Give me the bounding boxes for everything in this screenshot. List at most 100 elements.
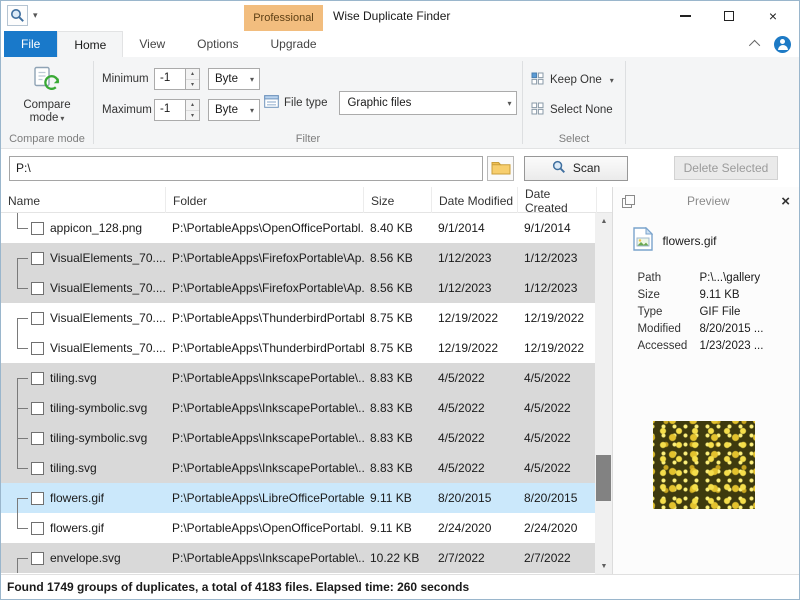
row-date-created: 9/1/2014 — [518, 221, 597, 235]
preview-field-value: P:\...\gallery — [699, 272, 760, 289]
row-checkbox[interactable] — [31, 372, 44, 385]
preview-field-label: Type — [637, 306, 699, 323]
row-folder: P:\PortableApps\FirefoxPortable\Ap... — [166, 281, 364, 295]
table-row[interactable]: VisualElements_70.... P:\PortableApps\Th… — [1, 303, 597, 333]
tab-home[interactable]: Home — [57, 31, 123, 57]
keep-one-button[interactable]: Keep One ▾ — [531, 69, 625, 91]
row-folder: P:\PortableApps\InkscapePortable\... — [166, 551, 364, 565]
row-size: 8.56 KB — [364, 251, 432, 265]
tab-view[interactable]: View — [123, 31, 181, 57]
scan-magnifier-icon — [552, 160, 566, 177]
tree-connector-icon — [7, 243, 29, 273]
column-header-size[interactable]: Size — [364, 187, 432, 215]
row-checkbox[interactable] — [31, 402, 44, 415]
row-file-name: tiling-symbolic.svg — [50, 431, 147, 445]
minimum-unit-select[interactable]: Byte ▾ — [208, 68, 260, 90]
row-date-modified: 2/7/2022 — [432, 551, 518, 565]
row-checkbox[interactable] — [31, 522, 44, 535]
minimum-spin-up-icon[interactable]: ▴ — [186, 69, 199, 80]
table-row[interactable]: flowers.gif P:\PortableApps\LibreOfficeP… — [1, 483, 597, 513]
table-body: appicon_128.png P:\PortableApps\OpenOffi… — [1, 213, 597, 574]
row-date-created: 4/5/2022 — [518, 431, 597, 445]
professional-badge: Professional — [244, 5, 323, 31]
row-size: 8.40 KB — [364, 221, 432, 235]
preview-fields: Path P:\...\gallery Size 9.11 KB Type GI… — [637, 272, 799, 357]
row-date-created: 12/19/2022 — [518, 341, 597, 355]
maximum-spin-down-icon[interactable]: ▾ — [186, 111, 199, 121]
preview-field-label: Accessed — [637, 340, 699, 357]
row-date-modified: 4/5/2022 — [432, 431, 518, 445]
row-checkbox[interactable] — [31, 492, 44, 505]
tree-connector-icon — [7, 513, 29, 543]
table-row[interactable]: appicon_128.png P:\PortableApps\OpenOffi… — [1, 213, 597, 243]
minimize-button[interactable] — [663, 1, 707, 31]
scroll-down-icon[interactable]: ▼ — [595, 558, 612, 574]
select-none-button[interactable]: Select None — [531, 99, 625, 121]
collapse-ribbon-icon[interactable] — [749, 40, 760, 51]
table-row[interactable]: VisualElements_70.... P:\PortableApps\Th… — [1, 333, 597, 363]
scrollbar-thumb[interactable] — [596, 455, 611, 501]
column-header-date-created[interactable]: Date Created — [518, 187, 597, 215]
scan-button[interactable]: Scan — [524, 156, 628, 181]
close-button[interactable]: × — [751, 1, 795, 31]
row-checkbox[interactable] — [31, 222, 44, 235]
maximum-label: Maximum — [102, 104, 154, 116]
row-checkbox[interactable] — [31, 252, 44, 265]
file-type-label: File type — [284, 97, 327, 109]
maximum-spin-up-icon[interactable]: ▴ — [186, 100, 199, 111]
select-none-label: Select None — [550, 104, 613, 116]
table-row[interactable]: envelope.svg P:\PortableApps\InkscapePor… — [1, 543, 597, 573]
row-size: 8.56 KB — [364, 281, 432, 295]
row-date-created: 4/5/2022 — [518, 371, 597, 385]
row-size: 10.22 KB — [364, 551, 432, 565]
vertical-scrollbar[interactable]: ▲ ▼ — [595, 213, 612, 574]
table-row[interactable]: tiling.svg P:\PortableApps\InkscapePorta… — [1, 453, 597, 483]
delete-selected-button[interactable]: Delete Selected — [674, 156, 778, 180]
tab-upgrade[interactable]: Upgrade — [255, 31, 333, 57]
column-header-filler — [597, 187, 612, 215]
path-input[interactable] — [9, 156, 483, 181]
column-header-name[interactable]: Name — [1, 187, 166, 215]
window-title: Wise Duplicate Finder — [333, 9, 450, 23]
row-date-created: 4/5/2022 — [518, 401, 597, 415]
minimum-input[interactable]: -1 ▴▾ — [154, 68, 200, 90]
row-file-name: VisualElements_70.... — [50, 341, 166, 355]
column-header-date-modified[interactable]: Date Modified — [432, 187, 518, 215]
row-size: 9.11 KB — [364, 491, 432, 505]
row-checkbox[interactable] — [31, 462, 44, 475]
qat-dropdown-icon[interactable]: ▾ — [33, 10, 38, 21]
table-row[interactable]: VisualElements_70.... P:\PortableApps\Fi… — [1, 243, 597, 273]
table-row[interactable]: tiling.svg P:\PortableApps\InkscapePorta… — [1, 363, 597, 393]
preview-field-value: 8/20/2015 ... — [699, 323, 763, 340]
folder-icon — [491, 159, 511, 178]
tree-connector-icon — [7, 273, 29, 303]
row-size: 8.75 KB — [364, 311, 432, 325]
scroll-up-icon[interactable]: ▲ — [595, 213, 612, 229]
compare-mode-button[interactable]: Compare mode▾ — [8, 63, 86, 128]
account-icon[interactable] — [774, 36, 791, 53]
row-checkbox[interactable] — [31, 342, 44, 355]
row-checkbox[interactable] — [31, 282, 44, 295]
browse-folder-button[interactable] — [487, 156, 514, 181]
row-checkbox[interactable] — [31, 312, 44, 325]
file-type-select[interactable]: Graphic files ▾ — [339, 91, 517, 115]
row-checkbox[interactable] — [31, 552, 44, 565]
app-magnifier-icon — [7, 5, 28, 26]
tab-options[interactable]: Options — [181, 31, 254, 57]
table-row[interactable]: flowers.gif P:\PortableApps\OpenOfficePo… — [1, 513, 597, 543]
tab-file[interactable]: File — [4, 31, 57, 57]
maximum-input[interactable]: -1 ▴▾ — [154, 99, 200, 121]
table-row[interactable]: tiling-symbolic.svg P:\PortableApps\Inks… — [1, 423, 597, 453]
minimum-spin-down-icon[interactable]: ▾ — [186, 80, 199, 90]
row-file-name: appicon_128.png — [50, 221, 142, 235]
table-row[interactable]: VisualElements_70.... P:\PortableApps\Fi… — [1, 273, 597, 303]
preview-close-icon[interactable]: × — [781, 194, 790, 209]
maximum-unit-select[interactable]: Byte ▾ — [208, 99, 260, 121]
compare-mode-icon — [32, 66, 62, 97]
table-row[interactable]: tiling-symbolic.svg P:\PortableApps\Inks… — [1, 393, 597, 423]
tree-connector-icon — [7, 423, 29, 453]
copy-icon[interactable] — [622, 195, 635, 208]
maximize-button[interactable] — [707, 1, 751, 31]
row-checkbox[interactable] — [31, 432, 44, 445]
column-header-folder[interactable]: Folder — [166, 187, 364, 215]
